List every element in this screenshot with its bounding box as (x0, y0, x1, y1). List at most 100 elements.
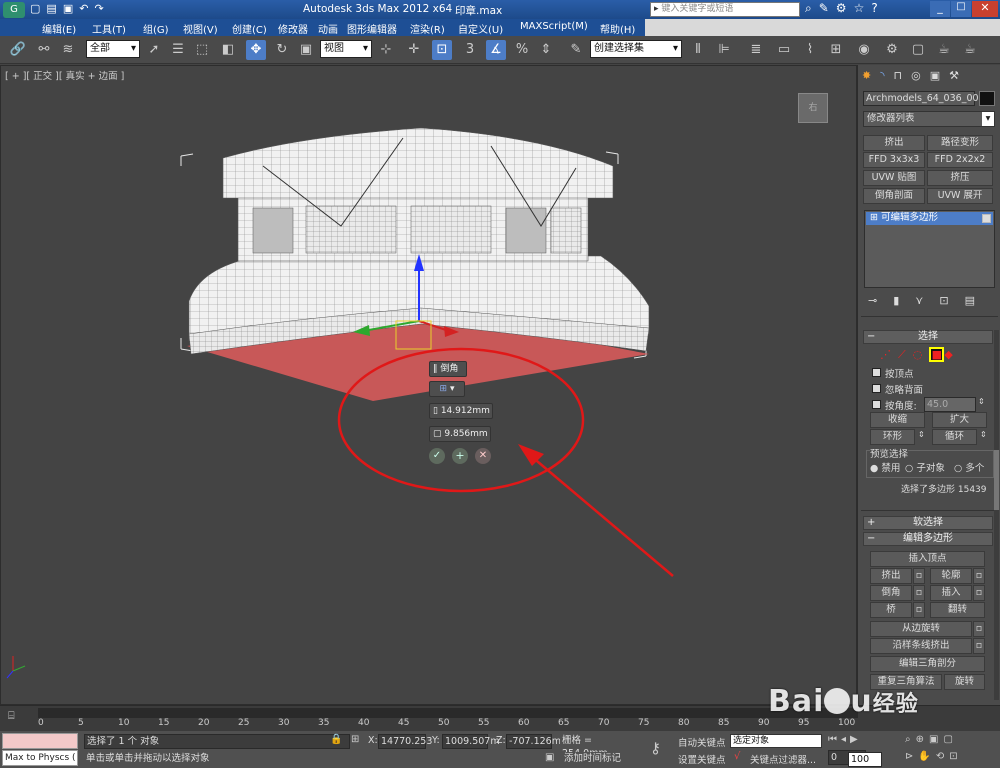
lock-selection-icon[interactable]: 🔒 (330, 734, 342, 745)
caddy-ok-button[interactable]: ✓ (429, 448, 445, 464)
time-slider[interactable] (38, 708, 858, 718)
ref-coord-dropdown[interactable]: 视图 ▾ (320, 40, 372, 58)
hinge-settings-button[interactable]: ▫ (973, 621, 985, 637)
unlink-icon[interactable]: ⚯ (34, 40, 54, 60)
absolute-mode-icon[interactable]: ⊞ (351, 734, 359, 745)
edit-polygons-rollout-header[interactable]: − 编辑多边形 (863, 532, 993, 546)
object-name-field[interactable]: Archmodels_64_036_002 (863, 91, 985, 106)
named-selection-dropdown[interactable]: 创建选择集 ▾ (590, 40, 682, 58)
zoom-extents-all-icon[interactable]: ▢ (943, 734, 957, 745)
select-by-name-icon[interactable]: ☰ (168, 40, 188, 60)
maximize-viewport-icon[interactable]: ⊡ (949, 751, 962, 762)
menu-maxscript[interactable]: MAXScript(M) (520, 21, 588, 32)
angle-snap-icon[interactable]: ∡ (486, 40, 506, 60)
go-to-start-icon[interactable]: ⏮ (828, 734, 841, 745)
ribbon-icon[interactable]: ▭ (774, 40, 794, 60)
layer-manager-icon[interactable]: ≣ (746, 40, 766, 60)
menu-tools[interactable]: 工具(T) (92, 21, 126, 36)
menu-customize[interactable]: 自定义(U) (458, 21, 503, 36)
menu-modifiers[interactable]: 修改器 (278, 21, 308, 36)
render-setup-icon[interactable]: ⚙ (882, 40, 902, 60)
star-icon[interactable]: ☆ (854, 1, 872, 15)
zoom-icon[interactable]: ⌕ (905, 734, 916, 745)
make-unique-icon[interactable]: ⋎ (915, 294, 939, 307)
modifier-unwrap-uvw-button[interactable]: UVW 展开 (927, 188, 993, 204)
edit-named-selection-icon[interactable]: ✎ (566, 40, 586, 60)
menu-create[interactable]: 创建(C) (232, 21, 267, 36)
loop-spinner-icon[interactable]: ⇕ (980, 430, 987, 439)
preview-disabled-radio[interactable]: ● 禁用 (870, 460, 900, 474)
mini-curve-editor-icon[interactable]: ⌸ (8, 709, 15, 723)
modifier-ffd222-button[interactable]: FFD 2x2x2 (927, 152, 993, 168)
percent-snap-icon[interactable]: % (512, 40, 532, 60)
add-time-tag-field[interactable]: 添加时间标记 (562, 752, 640, 767)
new-file-icon[interactable]: ▢ (30, 2, 46, 15)
polygon-level-icon[interactable]: ■ (929, 347, 945, 362)
border-level-icon[interactable]: ◌ (913, 348, 930, 361)
modifier-bevel-profile-button[interactable]: 倒角剖面 (863, 188, 925, 204)
menu-animation[interactable]: 动画 (318, 21, 338, 36)
show-end-result-icon[interactable]: ▮ (893, 294, 915, 307)
menu-rendering[interactable]: 渲染(R) (410, 21, 445, 36)
pin-stack-icon[interactable]: ⊸ (868, 294, 893, 307)
auto-key-button[interactable]: 自动关键点 (678, 735, 726, 749)
open-file-icon[interactable]: ▤ (46, 2, 62, 15)
modifier-list-dropdown[interactable]: 修改器列表 ▾ (863, 111, 995, 127)
modifier-path-deform-button[interactable]: 路径变形 (927, 135, 993, 151)
rotate-icon[interactable]: ↻ (272, 40, 292, 60)
wrench-icon[interactable]: ⚙ (836, 1, 854, 15)
rendered-frame-icon[interactable]: ▢ (908, 40, 928, 60)
inset-button[interactable]: 插入 (930, 585, 972, 601)
object-color-swatch[interactable] (979, 91, 995, 106)
rect-selection-icon[interactable]: ⬚ (192, 40, 212, 60)
orbit-icon[interactable]: ⟲ (936, 751, 949, 762)
ring-button[interactable]: 环形 (870, 429, 915, 445)
edit-triangulation-button[interactable]: 编辑三角剖分 (870, 656, 985, 672)
menu-edit[interactable]: 编辑(E) (42, 21, 76, 36)
modifier-ffd333-button[interactable]: FFD 3x3x3 (863, 152, 925, 168)
modifier-extrude-button[interactable]: 挤出 (863, 135, 925, 151)
align-icon[interactable]: ⊫ (714, 40, 734, 60)
zoom-all-icon[interactable]: ⊕ (916, 734, 929, 745)
create-tab-icon[interactable]: ✸ (862, 69, 880, 82)
set-key-button[interactable]: 设置关键点 (678, 752, 726, 766)
search-input[interactable]: ▸ 键入关键字或短语 (650, 2, 800, 17)
play-icon[interactable]: ▶ (850, 734, 862, 745)
render-dropdown-icon[interactable]: ☕ (960, 40, 980, 60)
grow-button[interactable]: 扩大 (932, 412, 987, 428)
ignore-backface-checkbox[interactable] (872, 384, 881, 393)
by-vertex-checkbox[interactable] (872, 368, 881, 377)
loop-button[interactable]: 循环 (932, 429, 977, 445)
select-manipulate-icon[interactable]: ✛ (404, 40, 424, 60)
menu-group[interactable]: 组(G) (143, 21, 169, 36)
prev-frame-icon[interactable]: ◂ (841, 734, 850, 745)
modifier-stack[interactable]: ⊞ 可编辑多边形 (864, 210, 995, 288)
remove-modifier-icon[interactable]: ⊡ (939, 294, 964, 307)
element-level-icon[interactable]: ◆ (944, 348, 959, 361)
minimize-button[interactable]: _ (930, 1, 950, 17)
bind-space-warp-icon[interactable]: ≋ (58, 40, 78, 60)
x-coord-field[interactable]: 14770.253 (378, 734, 432, 749)
stack-item-toggle-icon[interactable] (982, 214, 991, 223)
key-selection-dropdown[interactable]: 选定对象 (730, 734, 822, 748)
bevel-settings-button[interactable]: ▫ (913, 585, 925, 601)
configure-sets-icon[interactable]: ▤ (965, 294, 991, 307)
shrink-button[interactable]: 收缩 (870, 412, 925, 428)
menu-graph-editors[interactable]: 图形编辑器 (347, 21, 397, 36)
outline-settings-button[interactable]: ▫ (973, 568, 985, 584)
keyboard-shortcut-icon[interactable]: ⊡ (432, 40, 452, 60)
set-key-mode-icon[interactable]: ⚷ (650, 739, 661, 757)
hierarchy-tab-icon[interactable]: ⊓ (893, 69, 911, 82)
edge-level-icon[interactable]: ⟋ (898, 348, 913, 361)
bevel-type-dropdown[interactable]: ⊞ ▾ (429, 381, 465, 397)
maxscript-listener[interactable] (2, 733, 78, 749)
by-angle-checkbox[interactable] (872, 400, 881, 409)
curve-editor-icon[interactable]: ⌇ (800, 40, 820, 60)
key-filters-button[interactable]: 关键点过滤器... (750, 752, 816, 766)
render-teapot-icon[interactable]: ☕ (934, 40, 954, 60)
search-icon[interactable]: ⌕ (805, 1, 819, 15)
scale-icon[interactable]: ▣ (296, 40, 316, 60)
modifier-uvw-map-button[interactable]: UVW 贴图 (863, 170, 925, 186)
display-tab-icon[interactable]: ▣ (930, 69, 949, 82)
zoom-extents-icon[interactable]: ▣ (929, 734, 943, 745)
